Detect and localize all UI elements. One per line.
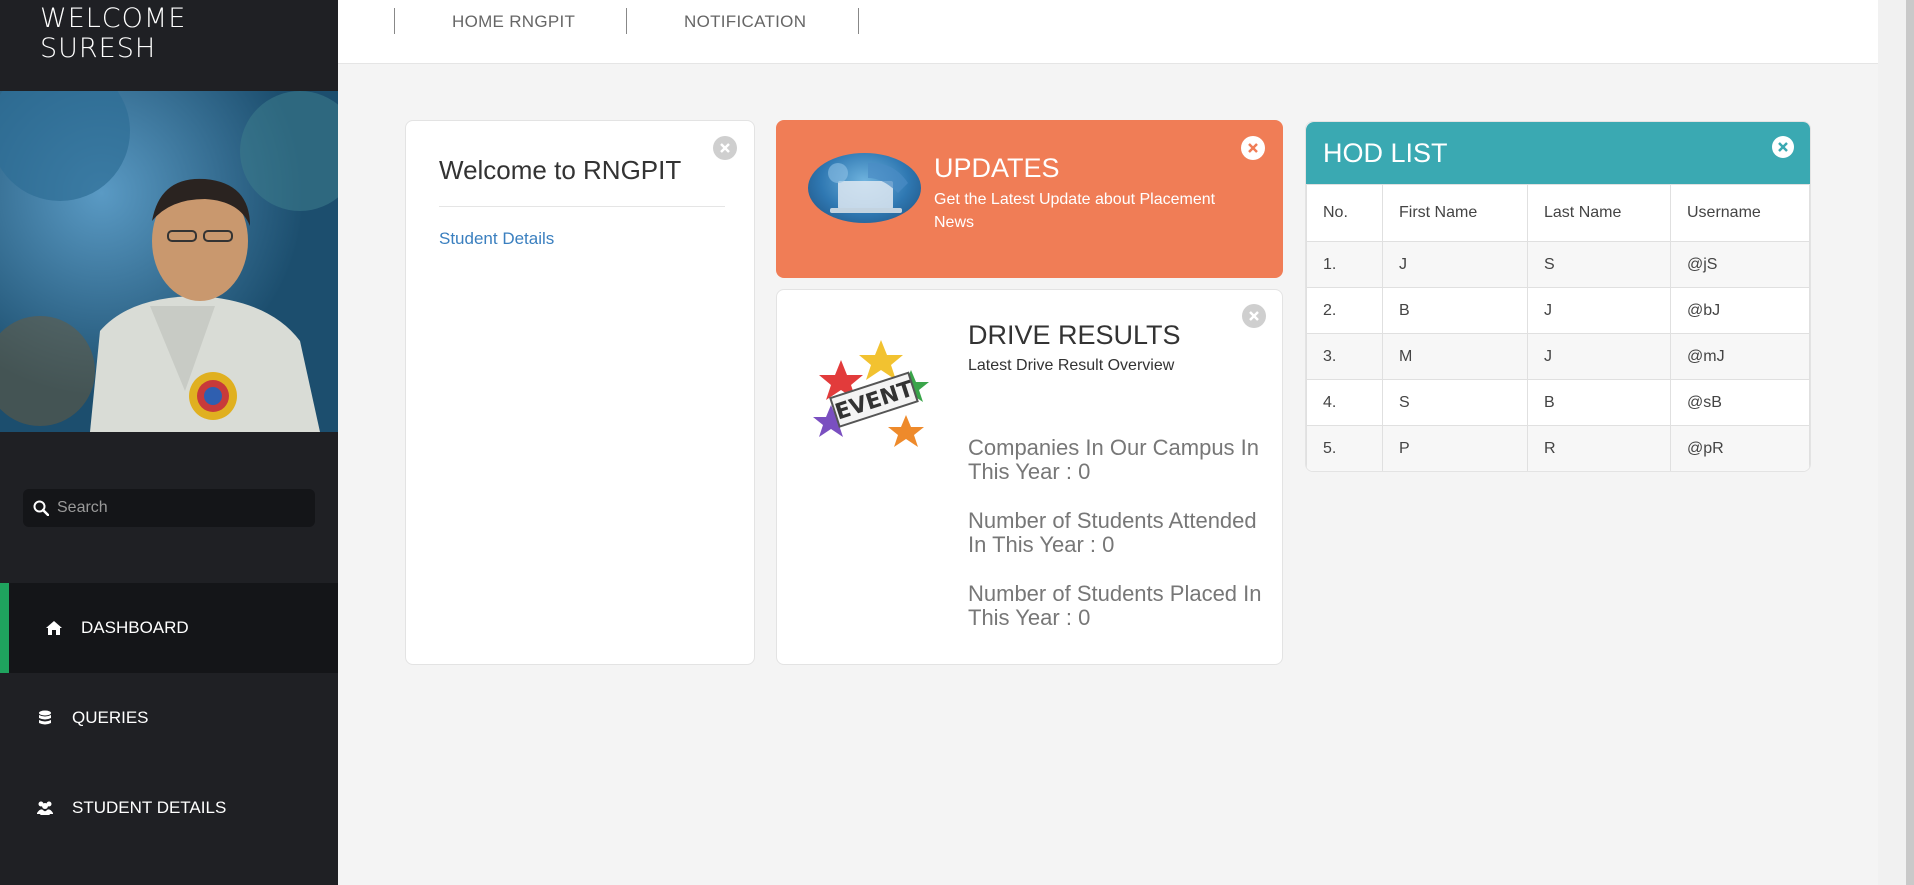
updates-subtitle: Get the Latest Update about Placement Ne… [934, 191, 1216, 231]
laptop-graphic [828, 162, 908, 213]
search-box[interactable] [23, 489, 315, 527]
nav-link-home-rngpit[interactable]: HOME RNGPIT [452, 12, 575, 32]
close-button[interactable] [1242, 304, 1266, 328]
search-input[interactable] [57, 499, 297, 517]
cell-first-name: M [1382, 333, 1528, 380]
drive-results-panel: EVENT DRIVE RESULTS Latest Drive Result … [776, 289, 1283, 665]
close-icon [1248, 143, 1258, 153]
hod-list-title: HOD LIST [1323, 138, 1448, 168]
search-icon [33, 500, 49, 516]
cell-no: 1. [1306, 241, 1383, 288]
table-row: 5. P R @pR [1306, 425, 1810, 471]
table-header-row: No. First Name Last Name Username [1306, 184, 1810, 242]
sidebar-item-student-details[interactable]: STUDENT DETAILS [0, 763, 338, 853]
stat-students-placed: Number of Students Placed In This Year :… [968, 581, 1262, 630]
cell-no: 2. [1306, 287, 1383, 334]
table-row: 4. S B @sB [1306, 379, 1810, 426]
cell-last-name: J [1527, 333, 1671, 380]
sidebar: WELCOME SURESH Search DASHBOARD QUERIES … [0, 0, 338, 885]
database-icon [39, 710, 51, 725]
cell-first-name: J [1382, 241, 1528, 288]
divider [439, 206, 725, 207]
home-icon [46, 621, 62, 635]
table-row: 2. B J @bJ [1306, 287, 1810, 334]
cell-username: @bJ [1670, 287, 1810, 334]
cell-no: 5. [1306, 425, 1383, 471]
close-icon [1778, 142, 1788, 152]
profile-photo [0, 91, 338, 432]
top-navbar: HOME RNGPIT NOTIFICATION [338, 0, 1878, 64]
welcome-panel: Welcome to RNGPIT Student Details [405, 120, 755, 665]
cell-last-name: R [1527, 425, 1671, 471]
nav-separator [858, 8, 859, 34]
close-button[interactable] [1772, 136, 1794, 158]
column-header-username: Username [1670, 184, 1810, 242]
close-button[interactable] [1241, 136, 1265, 160]
cell-last-name: J [1527, 287, 1671, 334]
column-header-first-name: First Name [1382, 184, 1528, 242]
sidebar-item-queries[interactable]: QUERIES [0, 673, 338, 763]
welcome-panel-title: Welcome to RNGPIT [439, 155, 682, 185]
laptop-image [808, 153, 921, 223]
cell-no: 4. [1306, 379, 1383, 426]
hod-list-panel: HOD LIST No. First Name Last Name Userna… [1305, 121, 1811, 472]
column-header-last-name: Last Name [1527, 184, 1671, 242]
sidebar-item-label: DASHBOARD [81, 618, 189, 637]
cell-username: @mJ [1670, 333, 1810, 380]
table-row: 1. J S @jS [1306, 241, 1810, 288]
cell-username: @pR [1670, 425, 1810, 471]
student-details-link[interactable]: Student Details [439, 229, 554, 249]
cell-first-name: P [1382, 425, 1528, 471]
table-row: 3. M J @mJ [1306, 333, 1810, 380]
cell-username: @jS [1670, 241, 1810, 288]
nav-link-notification[interactable]: NOTIFICATION [684, 12, 806, 32]
event-image: EVENT [813, 340, 929, 447]
profile-photo-graphic [0, 91, 338, 432]
hod-list-header: HOD LIST [1306, 122, 1810, 184]
welcome-line-1: WELCOME [40, 3, 187, 34]
sidebar-item-label: STUDENT DETAILS [72, 798, 227, 817]
nav-separator [626, 8, 627, 34]
sidebar-item-dashboard[interactable]: DASHBOARD [0, 583, 338, 673]
page-scrollbar[interactable] [1878, 0, 1914, 885]
stat-companies: Companies In Our Campus In This Year : 0 [968, 435, 1260, 484]
cell-first-name: B [1382, 287, 1528, 334]
updates-panel: UPDATES Get the Latest Update about Plac… [776, 120, 1283, 278]
updates-title: UPDATES [934, 153, 1060, 183]
drive-results-subtitle: Latest Drive Result Overview [968, 357, 1175, 374]
cell-first-name: S [1382, 379, 1528, 426]
sidebar-item-label: QUERIES [72, 708, 149, 727]
column-header-no: No. [1306, 184, 1383, 242]
hod-table: No. First Name Last Name Username 1. J S… [1306, 184, 1810, 471]
welcome-user-name: SURESH [40, 33, 157, 64]
close-icon [720, 143, 730, 153]
cell-last-name: S [1527, 241, 1671, 288]
close-icon [1249, 311, 1259, 321]
users-icon [37, 801, 53, 815]
scrollbar-thumb[interactable] [1906, 0, 1914, 885]
nav-separator [394, 8, 395, 34]
cell-no: 3. [1306, 333, 1383, 380]
cell-last-name: B [1527, 379, 1671, 426]
drive-results-title: DRIVE RESULTS [968, 320, 1181, 350]
stat-students-attended: Number of Students Attended In This Year… [968, 508, 1257, 557]
cell-username: @sB [1670, 379, 1810, 426]
welcome-heading: WELCOME SURESH [40, 4, 186, 64]
close-button[interactable] [713, 136, 737, 160]
